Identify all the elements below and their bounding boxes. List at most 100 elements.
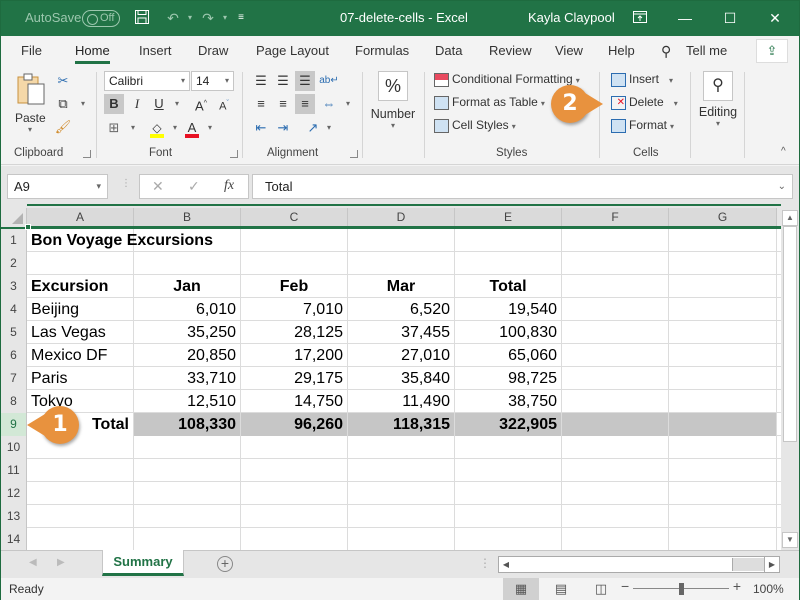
align-middle-icon[interactable]: ☰	[273, 71, 293, 91]
cell-b14[interactable]	[134, 528, 241, 550]
cell-a2[interactable]	[27, 252, 134, 275]
cell-f12[interactable]	[562, 482, 669, 505]
zoom-out-icon[interactable]: −	[621, 578, 629, 594]
decrease-font-size-button[interactable]: Aˇ	[214, 94, 234, 114]
horizontal-scrollbar[interactable]: ◀	[498, 556, 780, 573]
cell-c5[interactable]: 28,125	[241, 321, 348, 344]
align-center-icon[interactable]: ≡	[273, 94, 293, 114]
row-header[interactable]: 1	[1, 229, 27, 252]
cell-b9[interactable]: 108,330	[134, 413, 241, 436]
tab-splitter-icon[interactable]: ⋮	[479, 556, 491, 570]
font-color-dropdown-icon[interactable]: ▾	[200, 118, 220, 138]
next-sheet-icon[interactable]: ▶	[57, 557, 65, 568]
font-name-select[interactable]: Calibri ▾	[104, 71, 190, 91]
cell-b7[interactable]: 33,710	[134, 367, 241, 390]
cell-e5[interactable]: 100,830	[455, 321, 562, 344]
increase-font-size-button[interactable]: A^	[191, 94, 211, 114]
cell-f7[interactable]	[562, 367, 669, 390]
cell-a4[interactable]: Beijing	[27, 298, 134, 321]
cell-b5[interactable]: 35,250	[134, 321, 241, 344]
cell-e10[interactable]	[455, 436, 562, 459]
cell-a6[interactable]: Mexico DF	[27, 344, 134, 367]
cell-d11[interactable]	[348, 459, 455, 482]
column-header-g[interactable]: G	[669, 208, 777, 227]
cell-f11[interactable]	[562, 459, 669, 482]
cell-c14[interactable]	[241, 528, 348, 550]
format-painter-icon[interactable]: 🖌	[53, 117, 73, 137]
copy-icon[interactable]: ⧉	[53, 94, 73, 114]
cell-g1[interactable]	[669, 229, 777, 252]
undo-dropdown-icon[interactable]: ▾	[181, 9, 199, 27]
cell-c11[interactable]	[241, 459, 348, 482]
horizontal-scroll-thumb[interactable]	[515, 558, 733, 571]
cell-a5[interactable]: Las Vegas	[27, 321, 134, 344]
cell-a12[interactable]	[27, 482, 134, 505]
cell-g14[interactable]	[669, 528, 777, 550]
merge-dropdown-icon[interactable]: ▾	[338, 94, 358, 114]
cell-f6[interactable]	[562, 344, 669, 367]
increase-indent-icon[interactable]: ⇥	[273, 118, 293, 138]
sheet-tab-summary[interactable]: Summary	[102, 550, 184, 576]
cell-a1[interactable]: Bon Voyage Excursions	[27, 229, 213, 252]
cell-a11[interactable]	[27, 459, 134, 482]
cell-c8[interactable]: 14,750	[241, 390, 348, 413]
font-size-select[interactable]: 14 ▾	[191, 71, 234, 91]
ribbon-display-options-icon[interactable]	[625, 5, 655, 31]
share-button[interactable]: ⇪	[756, 39, 788, 63]
tab-help[interactable]: Help	[608, 43, 635, 58]
cell-c9[interactable]: 96,260	[241, 413, 348, 436]
column-header-b[interactable]: B	[134, 208, 241, 227]
cell-c6[interactable]: 17,200	[241, 344, 348, 367]
cell-g9[interactable]	[669, 413, 777, 436]
cell-b8[interactable]: 12,510	[134, 390, 241, 413]
cell-f4[interactable]	[562, 298, 669, 321]
vertical-scrollbar[interactable]: ▲ ▼	[781, 208, 799, 550]
bold-button[interactable]: B	[104, 94, 124, 114]
tab-data[interactable]: Data	[435, 43, 462, 58]
cell-d10[interactable]	[348, 436, 455, 459]
cell-d14[interactable]	[348, 528, 455, 550]
cell-e1[interactable]	[455, 229, 562, 252]
expand-formula-icon[interactable]: ⌄	[778, 175, 786, 198]
collapse-ribbon-icon[interactable]: ^	[781, 146, 786, 157]
cell-f13[interactable]	[562, 505, 669, 528]
cell-b2[interactable]	[134, 252, 241, 275]
row-header[interactable]: 4	[1, 298, 27, 321]
zoom-percentage[interactable]: 100%	[753, 582, 784, 596]
cell-d1[interactable]	[348, 229, 455, 252]
paste-button[interactable]: Paste ▾	[15, 72, 51, 140]
cell-g4[interactable]	[669, 298, 777, 321]
column-header-f[interactable]: F	[562, 208, 669, 227]
scroll-down-icon[interactable]: ▼	[782, 532, 798, 548]
insert-cells-button[interactable]: Insert ▾	[611, 72, 673, 87]
formula-input[interactable]: Total ⌄	[252, 174, 793, 199]
tab-view[interactable]: View	[555, 43, 583, 58]
cell-a3[interactable]: Excursion	[27, 275, 134, 298]
cell-c13[interactable]	[241, 505, 348, 528]
cell-a7[interactable]: Paris	[27, 367, 134, 390]
column-header-e[interactable]: E	[455, 208, 562, 227]
maximize-icon[interactable]: ☐	[715, 5, 745, 31]
spreadsheet-grid[interactable]: A B C D E F G 1 Bon Voyage Excursions 2 3 Ex…	[1, 208, 781, 550]
row-header[interactable]: 11	[1, 459, 27, 482]
undo-icon[interactable]: ↶	[164, 9, 182, 27]
normal-view-icon[interactable]: ▦	[503, 578, 539, 600]
tab-insert[interactable]: Insert	[139, 43, 172, 58]
cell-b4[interactable]: 6,010	[134, 298, 241, 321]
delete-cells-button[interactable]: ✕ Delete ▾	[611, 95, 678, 110]
row-header[interactable]: 7	[1, 367, 27, 390]
align-right-icon[interactable]: ≡	[295, 94, 315, 114]
copy-dropdown-icon[interactable]: ▾	[73, 94, 93, 114]
scroll-right-icon[interactable]: ▶	[764, 556, 780, 573]
tab-formulas[interactable]: Formulas	[355, 43, 409, 58]
name-box[interactable]: A9 ▾	[7, 174, 108, 199]
wrap-text-icon[interactable]: ab↵	[319, 71, 339, 91]
borders-dropdown-icon[interactable]: ▾	[123, 118, 143, 138]
decrease-indent-icon[interactable]: ⇤	[251, 118, 271, 138]
row-header[interactable]: 2	[1, 252, 27, 275]
cell-styles-button[interactable]: Cell Styles ▾	[434, 118, 516, 133]
insert-function-icon[interactable]: fx	[224, 178, 234, 194]
row-header[interactable]: 6	[1, 344, 27, 367]
cell-c4[interactable]: 7,010	[241, 298, 348, 321]
cell-d13[interactable]	[348, 505, 455, 528]
